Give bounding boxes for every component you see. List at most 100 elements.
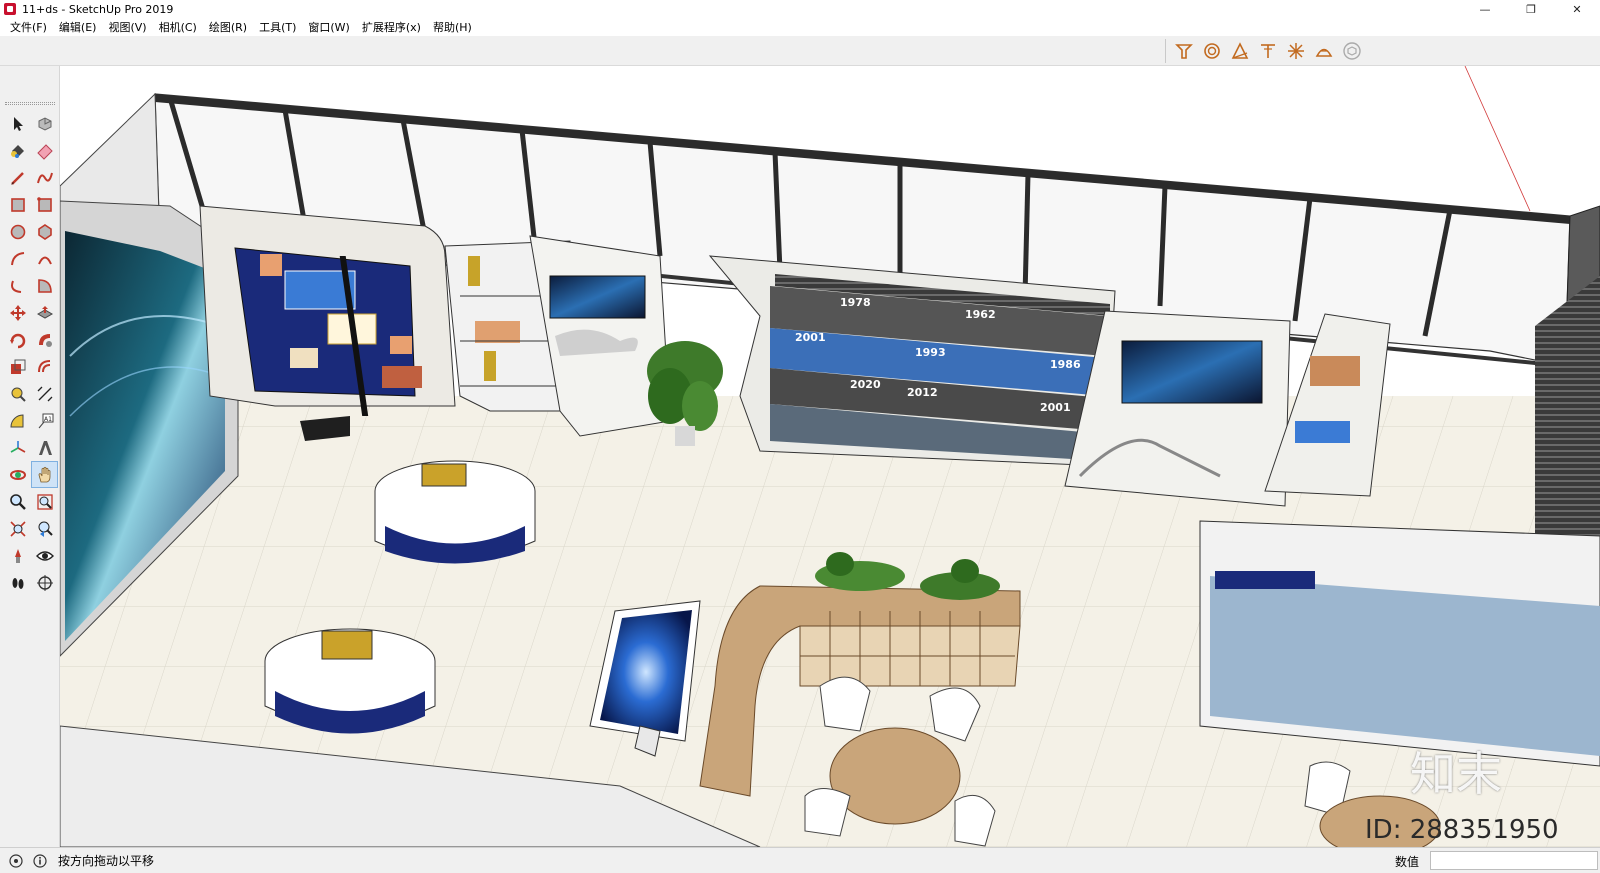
menu-view[interactable]: 视图(V)	[102, 19, 152, 35]
axes-icon[interactable]	[4, 434, 31, 461]
toolbar-grip[interactable]	[5, 102, 55, 105]
three-point-arc-icon[interactable]	[4, 272, 31, 299]
protractor-icon[interactable]	[4, 407, 31, 434]
red-axis	[1464, 66, 1531, 212]
tape-measure-icon[interactable]	[4, 380, 31, 407]
honor-photo-2	[390, 336, 412, 354]
timeline-year-6: 2020	[850, 378, 881, 391]
zoom-icon[interactable]	[4, 488, 31, 515]
menu-tools[interactable]: 工具(T)	[253, 19, 302, 35]
menu-help[interactable]: 帮助(H)	[427, 19, 478, 35]
menu-file[interactable]: 文件(F)	[4, 19, 53, 35]
left-view-icon[interactable]	[1312, 39, 1336, 63]
menu-window[interactable]: 窗口(W)	[302, 19, 355, 35]
make-component-icon[interactable]	[31, 110, 58, 137]
close-button[interactable]: ✕	[1554, 0, 1600, 18]
eraser-icon[interactable]	[31, 137, 58, 164]
bottom-view-icon[interactable]	[1340, 39, 1364, 63]
trophy-2	[484, 351, 496, 381]
follow-me-icon[interactable]	[31, 326, 58, 353]
two-point-arc-icon[interactable]	[31, 245, 58, 272]
intro-photo	[1310, 356, 1360, 386]
right-view-icon[interactable]	[1256, 39, 1280, 63]
position-camera-icon[interactable]	[4, 542, 31, 569]
text-icon[interactable]: A1	[31, 407, 58, 434]
model-viewport[interactable]: 1978 1962 2001 1993 1986 2020 2012 2001	[60, 66, 1600, 847]
menu-extensions[interactable]: 扩展程序(x)	[356, 19, 427, 35]
views-toolbar	[1165, 39, 1364, 63]
offset-icon[interactable]	[31, 353, 58, 380]
honor-photo-3	[382, 366, 422, 388]
3d-text-icon[interactable]	[31, 434, 58, 461]
svg-text:A1: A1	[44, 416, 52, 423]
menu-draw[interactable]: 绘图(R)	[203, 19, 253, 35]
previous-view-icon[interactable]	[31, 515, 58, 542]
sketchup-app-icon	[4, 3, 16, 15]
timeline-year-8: 2001	[1040, 401, 1071, 414]
orbit-icon[interactable]	[4, 461, 31, 488]
intro-screen	[1295, 421, 1350, 443]
paint-bucket-icon[interactable]	[4, 137, 31, 164]
circle-icon[interactable]	[4, 218, 31, 245]
zoom-extents-icon[interactable]	[4, 515, 31, 542]
menu-edit[interactable]: 编辑(E)	[53, 19, 103, 35]
freehand-icon[interactable]	[31, 164, 58, 191]
maximize-button[interactable]: ❐	[1508, 0, 1554, 18]
top-view-icon[interactable]	[1200, 39, 1224, 63]
look-around-icon[interactable]	[31, 542, 58, 569]
instructor-icon[interactable]	[32, 853, 48, 869]
display-pedestal-2	[264, 628, 436, 734]
timeline-year-4: 1993	[915, 346, 946, 359]
select-icon[interactable]	[4, 110, 31, 137]
arc-icon[interactable]	[4, 245, 31, 272]
geo-location-icon[interactable]	[8, 853, 24, 869]
push-pull-icon[interactable]	[31, 299, 58, 326]
rectangle-icon[interactable]	[4, 191, 31, 218]
status-bar: 按方向拖动以平移 数值	[0, 847, 1600, 873]
dimension-icon[interactable]	[31, 380, 58, 407]
menu-camera[interactable]: 相机(C)	[153, 19, 203, 35]
walk-icon[interactable]	[4, 569, 31, 596]
minimize-button[interactable]: —	[1462, 0, 1508, 18]
status-hint: 按方向拖动以平移	[58, 854, 155, 868]
shelf-photo	[475, 321, 520, 343]
excavator-model-1	[421, 463, 467, 487]
honor-photo-4	[260, 254, 282, 276]
timeline-year-7: 2012	[907, 386, 938, 399]
rotated-rectangle-icon[interactable]	[31, 191, 58, 218]
honor-photo	[290, 348, 318, 368]
top-toolbar	[0, 36, 1600, 66]
polygon-icon[interactable]	[31, 218, 58, 245]
tool-grid: A1	[4, 110, 58, 596]
quality-intro-title-bar	[1215, 571, 1315, 589]
measurements-label: 数值	[1395, 855, 1420, 869]
pie-icon[interactable]	[31, 272, 58, 299]
zoom-window-icon[interactable]	[31, 488, 58, 515]
rotate-icon[interactable]	[4, 326, 31, 353]
quality-screen	[1121, 340, 1263, 404]
showroom-scene: 1978 1962 2001 1993 1986 2020 2012 2001	[60, 66, 1600, 847]
title-bar: 11+ds - SketchUp Pro 2019 — ❐ ✕	[0, 0, 1600, 18]
window-controls: — ❐ ✕	[1462, 0, 1600, 18]
line-icon[interactable]	[4, 164, 31, 191]
iso-view-icon[interactable]	[1172, 39, 1196, 63]
front-view-icon[interactable]	[1228, 39, 1252, 63]
watermark-logo: 知末	[1410, 747, 1502, 801]
large-tool-set: A1	[0, 66, 60, 847]
quality-panel	[1064, 310, 1291, 507]
trophy-1	[468, 256, 480, 286]
timeline-year-2: 1962	[965, 308, 996, 321]
move-icon[interactable]	[4, 299, 31, 326]
back-view-icon[interactable]	[1284, 39, 1308, 63]
display-pedestal-1	[374, 460, 536, 564]
excavator-model-2	[321, 630, 373, 660]
scale-icon[interactable]	[4, 353, 31, 380]
section-plane-icon[interactable]	[31, 569, 58, 596]
pioneer-screen	[549, 275, 646, 319]
pan-icon[interactable]	[31, 461, 58, 488]
timeline-year-3: 2001	[795, 331, 826, 344]
timeline-year-1: 1978	[840, 296, 871, 309]
measurements-input[interactable]	[1430, 851, 1598, 870]
menu-bar: 文件(F) 编辑(E) 视图(V) 相机(C) 绘图(R) 工具(T) 窗口(W…	[0, 18, 1600, 36]
window-title: 11+ds - SketchUp Pro 2019	[22, 2, 174, 16]
